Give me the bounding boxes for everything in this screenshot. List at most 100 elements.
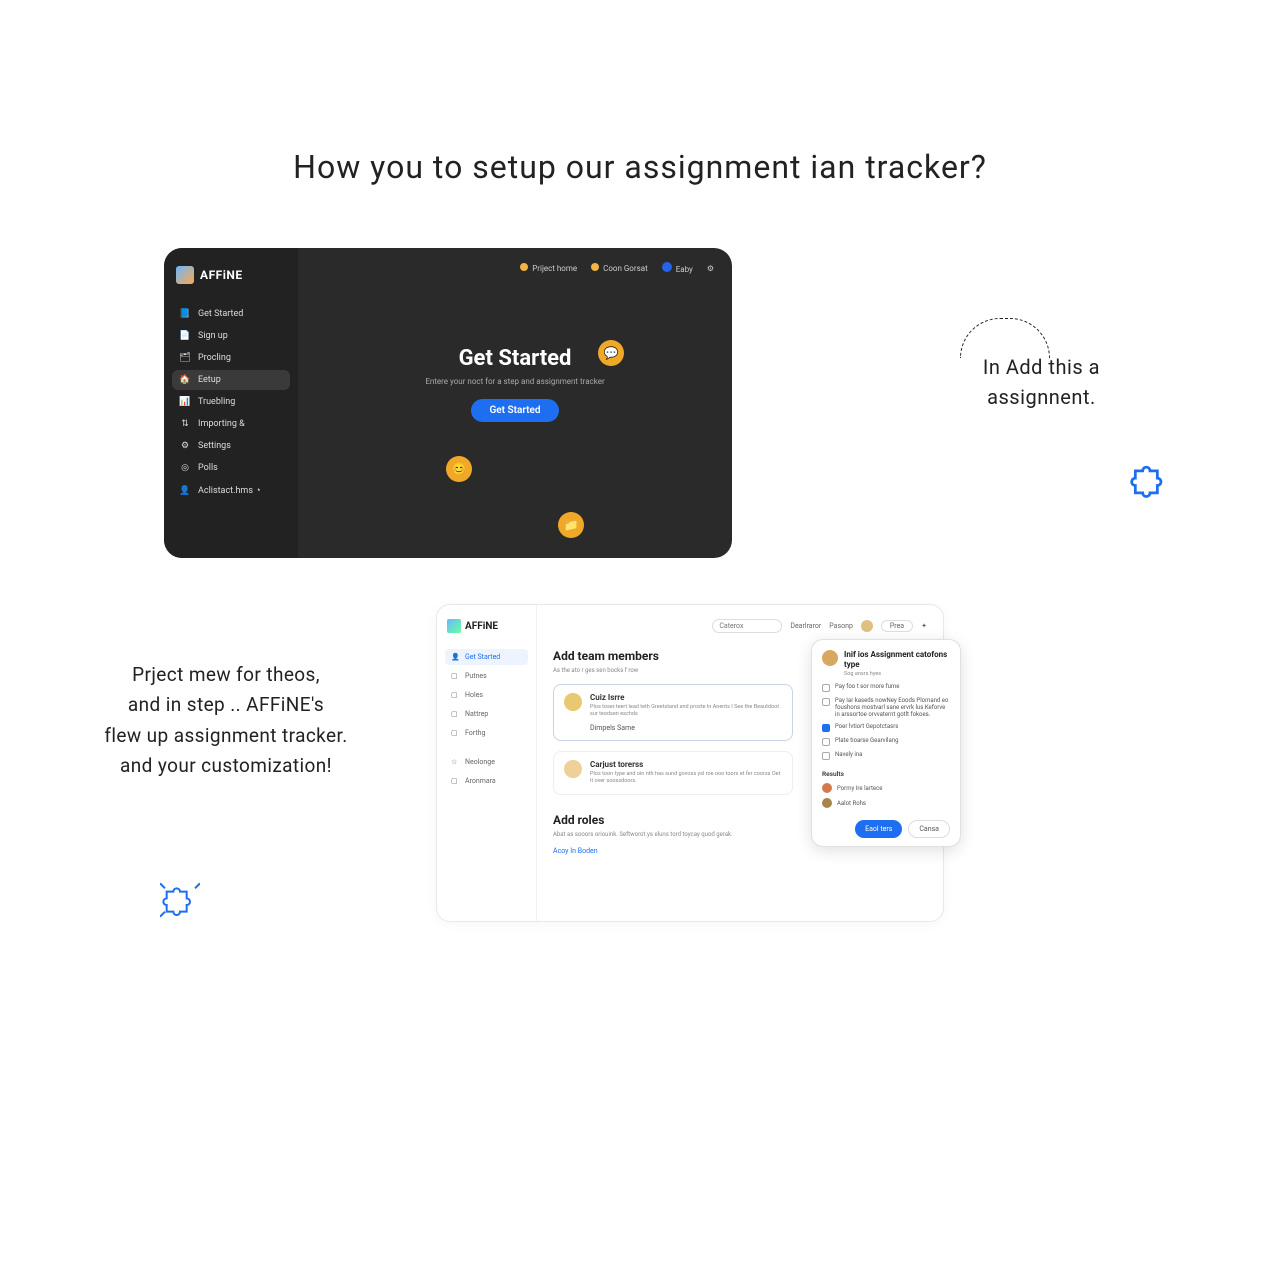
sidebar-item-label: Importing & <box>198 419 245 429</box>
sidebar-item[interactable]: ▢ Putnes <box>445 668 528 684</box>
sidebar-item-settings[interactable]: ⚙ Settings <box>172 436 290 456</box>
member-desc: Plos toon type and oin nth has sund govo… <box>590 771 782 785</box>
light-app-window: AFFiNE 👤 Get Started ▢ Putnes ▢Holes ▢Natt… <box>436 604 944 922</box>
sidebar-item-label: Procling <box>198 353 231 363</box>
page-icon: ▢ <box>451 672 459 680</box>
float-coin-icon: 💬 <box>598 340 624 366</box>
chart-icon: 📊 <box>180 397 190 407</box>
sidebar-item-label: Truebling <box>198 397 235 407</box>
brand: AFFiNE <box>172 266 290 284</box>
puzzle-icon <box>1128 458 1172 502</box>
search-input[interactable] <box>712 619 782 633</box>
page-icon: ▢ <box>451 729 459 737</box>
gear-icon[interactable]: ⚙ <box>707 264 714 273</box>
page-icon: 📄 <box>180 331 190 341</box>
avatar <box>822 798 832 808</box>
checkbox-icon[interactable] <box>822 752 830 760</box>
sidebar-item[interactable]: ▢Holes <box>445 687 528 703</box>
roles-link[interactable]: Acoy In Boden <box>553 847 598 855</box>
sidebar-item-signup[interactable]: 📄 Sign up <box>172 326 290 346</box>
topnav-item[interactable]: Сoon Gorsat <box>591 263 648 273</box>
checkbox-icon[interactable] <box>822 698 830 706</box>
topnav-item[interactable]: Eaby <box>662 262 693 274</box>
sidebar-item-label: Putnes <box>465 672 487 680</box>
sidebar-item-label: Get Started <box>465 653 500 661</box>
dark-main: Priject home Сoon Gorsat Eaby ⚙ Get Star… <box>298 248 732 558</box>
hero-subtext: Entere your noct for a step and assignme… <box>316 377 714 386</box>
member-name: Carjust torerss <box>590 760 782 769</box>
avatar <box>822 783 832 793</box>
page-icon: ▢ <box>451 710 459 718</box>
poll-icon: ◎ <box>180 463 190 473</box>
dark-app-window: AFFiNE 📘Get Started 📄Sign up 🗂Procling 🏠… <box>164 248 732 558</box>
panel-subtitle: Sog ansrs hyes <box>844 671 950 677</box>
panel-option[interactable]: Navely ina <box>822 751 950 760</box>
light-topbar: Dearlraror Pasonp Prea ✦ <box>553 619 927 633</box>
plan-badge[interactable]: Prea <box>881 620 913 632</box>
light-main: Dearlraror Pasonp Prea ✦ Add team member… <box>537 605 943 921</box>
checkbox-icon[interactable] <box>822 738 830 746</box>
member-name: Cuiz Isrre <box>590 693 782 702</box>
topbar-item[interactable]: Pasonp <box>829 622 853 630</box>
float-coin-icon: 📁 <box>558 512 584 538</box>
avatar[interactable] <box>861 620 873 632</box>
home-icon: 🏠 <box>180 375 190 385</box>
brand-icon <box>176 266 194 284</box>
dot-icon <box>520 263 528 271</box>
sidebar-item-truebling[interactable]: 📊 Truebling <box>172 392 290 412</box>
panel-cancel-button[interactable]: Cansa <box>908 820 950 838</box>
member-link[interactable]: Dimpels Same <box>590 724 782 732</box>
panel-save-button[interactable]: Eaol ters <box>855 820 902 838</box>
member-card[interactable]: Cuiz Isrre Plos toser.teert lead teth Gr… <box>553 684 793 741</box>
checkbox-icon[interactable] <box>822 684 830 692</box>
sidebar-item-account[interactable]: 👤Aclistact.hms ◔ <box>172 480 290 501</box>
sidebar-item-polls[interactable]: ◎Polls <box>172 458 290 478</box>
panel-option[interactable]: Plate tioarse Gearvilang <box>822 737 950 746</box>
sidebar-item-get-started[interactable]: 📘Get Started <box>172 304 290 324</box>
book-icon: 📘 <box>180 309 190 319</box>
sidebar-item[interactable]: ▢ Aronmara <box>445 773 528 789</box>
avatar <box>822 650 838 666</box>
panel-option[interactable]: Poer lvtiort Gepotctasrs <box>822 723 950 732</box>
dark-topnav: Priject home Сoon Gorsat Eaby ⚙ <box>316 262 714 274</box>
folder-icon: 🗂 <box>180 353 190 363</box>
avatar <box>564 693 582 711</box>
page-title: How you to setup our assignment ian trac… <box>0 148 1280 186</box>
sidebar-item[interactable]: ▢ Forthg <box>445 725 528 741</box>
panel-title: Inif ios Assignment catofons type <box>844 650 950 669</box>
sidebar-item[interactable]: ▢Nattrep <box>445 706 528 722</box>
page-icon: ▢ <box>451 777 459 785</box>
panel-option[interactable]: Pay Iar kaseds nowNey Eoods Plomand eo f… <box>822 697 950 718</box>
sidebar-item-setup[interactable]: 🏠 Eetup <box>172 370 290 390</box>
sidebar-item-label: Eetup <box>198 375 221 385</box>
user-icon: 👤 <box>451 653 459 661</box>
sparkle-icon: ✦ <box>921 622 927 630</box>
hero-heading: Get Started <box>316 346 714 371</box>
panel-option[interactable]: Pay foo t sor more fume <box>822 683 950 692</box>
panel-user[interactable]: Pormy Ire lartece <box>822 783 950 793</box>
sidebar-item-get-started[interactable]: 👤 Get Started <box>445 649 528 665</box>
topbar-item[interactable]: Dearlraror <box>790 622 821 630</box>
member-card[interactable]: Carjust torerss Plos toon type and oin n… <box>553 751 793 794</box>
user-icon: 👤 <box>180 486 190 496</box>
get-started-button[interactable]: Get Started <box>471 399 558 422</box>
panel-user[interactable]: Aalot Rohs <box>822 798 950 808</box>
sidebar-item-importing[interactable]: ⇅Importing & <box>172 414 290 434</box>
star-icon: ☆ <box>451 758 459 766</box>
avatar <box>564 760 582 778</box>
sidebar-item-label: Aronmara <box>465 777 496 785</box>
sidebar-item-label: Sign up <box>198 331 228 341</box>
sidebar-item[interactable]: ☆Neolonge <box>445 754 528 770</box>
topnav-project-home[interactable]: Priject home <box>520 263 577 273</box>
sidebar-item-procling[interactable]: 🗂 Procling <box>172 348 290 368</box>
assignment-type-panel: Inif ios Assignment catofons type Sog an… <box>811 639 961 847</box>
sidebar-item-label: Settings <box>198 441 231 451</box>
dot-icon <box>591 263 599 271</box>
hero: Get Started Entere your noct for a step … <box>316 346 714 422</box>
gear-icon: ⚙ <box>180 441 190 451</box>
float-coin-icon: 😊 <box>446 456 472 482</box>
checkbox-icon[interactable] <box>822 724 830 732</box>
brand-name: AFFiNE <box>465 621 498 632</box>
sidebar-item-label: Forthg <box>465 729 485 737</box>
puzzle-icon <box>160 880 200 920</box>
